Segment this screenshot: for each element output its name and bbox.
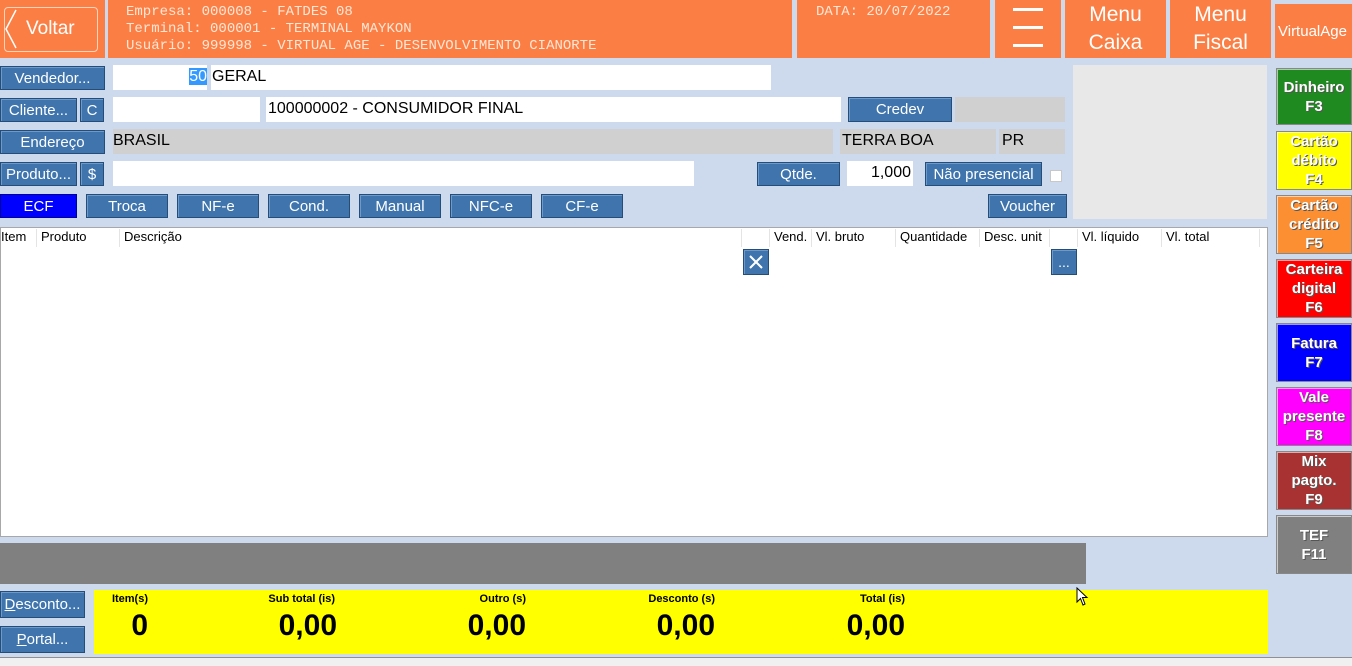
cliente-button[interactable]: Cliente... — [0, 98, 77, 122]
manual-button[interactable]: Manual — [359, 194, 441, 218]
total-value: 0,00 — [846, 609, 905, 642]
vendedor-name-field: GERAL — [211, 65, 771, 90]
back-label: Voltar — [26, 18, 75, 39]
nao-presencial-button[interactable]: Não presencial — [925, 162, 1042, 186]
chevron-left-icon — [5, 9, 17, 49]
col-descricao: Descrição — [124, 229, 182, 244]
menu-caixa-button[interactable]: Menu Caixa — [1065, 0, 1166, 58]
produto-button[interactable]: Produto... — [0, 162, 77, 186]
company-line: Empresa: 000008 - FATDES 08 — [126, 4, 353, 20]
credev-button[interactable]: Credev — [848, 97, 952, 122]
portal-button[interactable]: Portal... — [0, 626, 85, 653]
col-desc-unit: Desc. unit — [984, 229, 1042, 244]
payment-cartao-credito-button[interactable]: Cartão crédito F5 — [1276, 195, 1352, 254]
city-field: TERRA BOA — [840, 129, 996, 154]
desconto-button[interactable]: Desconto... — [0, 591, 85, 618]
back-button[interactable]: Voltar — [0, 0, 105, 58]
user-line: Usuário: 999998 - VIRTUAL AGE - DESENVOL… — [126, 38, 597, 54]
photo-panel — [1073, 65, 1267, 219]
nao-presencial-checkbox[interactable] — [1050, 170, 1062, 182]
session-info-panel: Empresa: 000008 - FATDES 08 Terminal: 00… — [108, 0, 792, 58]
produto-input[interactable] — [113, 161, 694, 186]
outro-label: Outro (s) — [479, 593, 526, 605]
credev-value-field — [955, 97, 1065, 122]
hamburger-icon — [1013, 8, 1043, 47]
cfe-button[interactable]: CF-e — [541, 194, 623, 218]
close-icon — [749, 255, 763, 269]
menu-caixa-label: Menu Caixa — [1088, 3, 1143, 54]
payment-cartao-debito-button[interactable]: Cartão débito F4 — [1276, 131, 1352, 190]
payment-mix-pagto-button[interactable]: Mix pagto. F9 — [1276, 451, 1352, 510]
items-count-value: 0 — [131, 609, 148, 642]
cliente-c-button[interactable]: C — [80, 98, 104, 122]
country-field: BRASIL — [113, 129, 833, 154]
col-item: Item — [1, 229, 27, 244]
cond-button[interactable]: Cond. — [268, 194, 350, 218]
col-quantidade: Quantidade — [900, 229, 968, 244]
vendedor-code-field[interactable]: 50 — [113, 65, 207, 90]
message-bar — [0, 543, 1086, 584]
hamburger-menu-button[interactable] — [995, 0, 1061, 58]
payment-fatura-button[interactable]: Fatura F7 — [1276, 323, 1352, 382]
state-field: PR — [999, 129, 1065, 154]
col-vend: Vend. — [774, 229, 808, 244]
outro-value: 0,00 — [467, 609, 526, 642]
portal-button-label: Portal... — [16, 631, 69, 648]
bottom-border — [0, 657, 1352, 666]
mouse-cursor-icon — [1076, 587, 1089, 606]
subtotal-label: Sub total (is) — [268, 593, 335, 605]
vendedor-button[interactable]: Vendedor... — [0, 66, 105, 90]
nfce-button[interactable]: NFC-e — [450, 194, 532, 218]
ecf-button[interactable]: ECF — [0, 194, 77, 218]
col-vl-liquido: Vl. líquido — [1082, 229, 1140, 244]
desconto-total-label: Desconto (s) — [648, 593, 715, 605]
subtotal-value: 0,00 — [278, 609, 337, 642]
brand-label: VirtualAge — [1278, 22, 1347, 40]
delete-item-button[interactable] — [743, 249, 769, 275]
endereco-button[interactable]: Endereço — [0, 130, 105, 154]
payment-carteira-digital-button[interactable]: Carteira digital F6 — [1276, 259, 1352, 318]
vendedor-code: 50 — [189, 68, 207, 85]
cliente-code-field[interactable] — [113, 97, 260, 122]
payment-dinheiro-button[interactable]: Dinheiro F3 — [1276, 68, 1352, 125]
desconto-total-value: 0,00 — [656, 609, 715, 642]
menu-fiscal-button[interactable]: Menu Fiscal — [1170, 0, 1271, 58]
items-count-label: Item(s) — [111, 593, 148, 605]
col-vl-total: Vl. total — [1166, 229, 1210, 244]
payment-tef-button[interactable]: TEF F11 — [1276, 515, 1352, 574]
col-produto: Produto — [41, 229, 87, 244]
items-table[interactable] — [0, 227, 1268, 537]
total-label: Total (is) — [859, 593, 905, 605]
troca-button[interactable]: Troca — [86, 194, 168, 218]
menu-fiscal-label: Menu Fiscal — [1193, 3, 1248, 54]
qtde-input[interactable]: 1,000 — [847, 161, 913, 186]
terminal-line: Terminal: 000001 - TERMINAL MAYKON — [126, 21, 412, 37]
voucher-button[interactable]: Voucher — [988, 194, 1067, 218]
col-vl-bruto: Vl. bruto — [816, 229, 865, 244]
date-label: DATA: 20/07/2022 — [816, 4, 951, 20]
nfe-button[interactable]: NF-e — [177, 194, 259, 218]
brand-panel: VirtualAge — [1275, 4, 1352, 58]
cliente-name-field: 100000002 - CONSUMIDOR FINAL — [266, 97, 841, 122]
payment-vale-presente-button[interactable]: Vale presente F8 — [1276, 387, 1352, 446]
qtde-button[interactable]: Qtde. — [757, 162, 840, 186]
price-dollar-button[interactable]: $ — [80, 162, 104, 186]
item-options-button[interactable]: ... — [1051, 249, 1077, 275]
desconto-button-label: Desconto... — [4, 596, 81, 613]
date-panel: DATA: 20/07/2022 — [797, 0, 990, 58]
